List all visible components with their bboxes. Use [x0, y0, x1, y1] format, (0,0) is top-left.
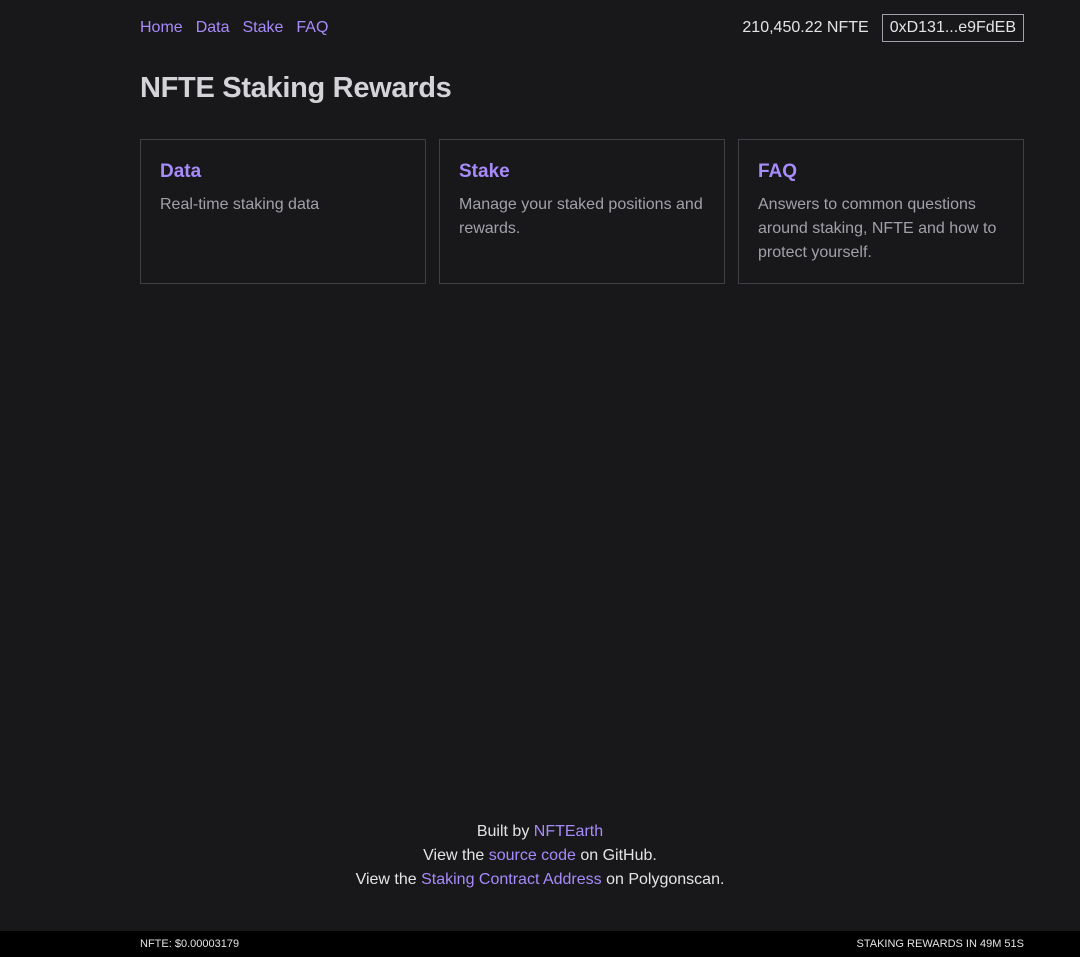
- nav-link-stake[interactable]: Stake: [242, 14, 283, 42]
- footer-text: View the: [355, 871, 422, 888]
- card-data[interactable]: Data Real-time staking data: [140, 139, 426, 284]
- top-header: Home Data Stake FAQ 210,450.22 NFTE 0xD1…: [140, 14, 1024, 42]
- status-bar: NFTE: $0.00003179 STAKING REWARDS IN 49M…: [0, 931, 1080, 957]
- footer-text: on Polygonscan.: [601, 871, 725, 888]
- card-description: Manage your staked positions and rewards…: [459, 196, 703, 237]
- wallet-area: 210,450.22 NFTE 0xD131...e9FdEB: [742, 14, 1024, 42]
- rewards-countdown: STAKING REWARDS IN 49M 51S: [856, 938, 1024, 950]
- page-footer: Built by NFTEarth View the source code o…: [0, 820, 1080, 892]
- nftearth-link[interactable]: NFTEarth: [534, 823, 603, 840]
- card-description: Real-time staking data: [160, 196, 320, 213]
- wallet-address-button[interactable]: 0xD131...e9FdEB: [881, 14, 1024, 42]
- footer-built-by: Built by NFTEarth: [0, 820, 1080, 844]
- card-title: Data: [160, 161, 202, 182]
- nav-link-data[interactable]: Data: [196, 14, 230, 42]
- token-price: NFTE: $0.00003179: [140, 938, 240, 950]
- footer-contract: View the Staking Contract Address on Pol…: [0, 868, 1080, 892]
- token-balance: 210,450.22 NFTE: [742, 19, 869, 36]
- footer-source-code: View the source code on GitHub.: [0, 844, 1080, 868]
- card-description: Answers to common questions around staki…: [758, 196, 997, 261]
- footer-text: View the: [423, 847, 489, 864]
- card-stake[interactable]: Stake Manage your staked positions and r…: [439, 139, 725, 284]
- nav-link-faq[interactable]: FAQ: [296, 14, 328, 42]
- nav-link-home[interactable]: Home: [140, 14, 183, 42]
- card-title: Stake: [459, 161, 510, 182]
- page-title: NFTE Staking Rewards: [140, 72, 452, 104]
- staking-contract-link[interactable]: Staking Contract Address: [421, 871, 602, 888]
- card-faq[interactable]: FAQ Answers to common questions around s…: [738, 139, 1024, 284]
- footer-text: on GitHub.: [575, 847, 657, 864]
- footer-text: Built by: [476, 823, 534, 840]
- feature-cards: Data Real-time staking data Stake Manage…: [140, 139, 1024, 284]
- card-title: FAQ: [758, 161, 798, 182]
- source-code-link[interactable]: source code: [489, 847, 576, 864]
- main-nav: Home Data Stake FAQ: [140, 14, 328, 42]
